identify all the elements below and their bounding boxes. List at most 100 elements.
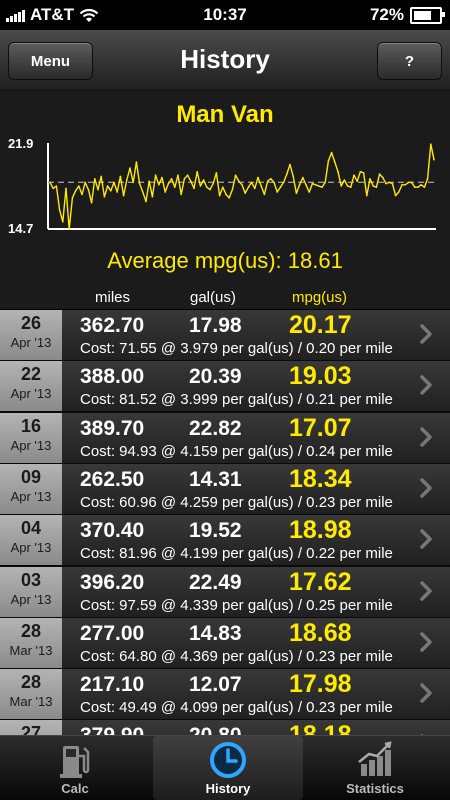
miles-value: 262.50 [80, 467, 145, 491]
chart-panel: Man Van 21.9 14.7 Average mpg(us): 18.61 [0, 91, 450, 309]
mpg-data-point [132, 181, 134, 184]
mpg-data-point [186, 174, 189, 176]
mpg-data-point [302, 176, 304, 179]
mpg-data-point [222, 186, 224, 188]
mpg-data-point [257, 176, 259, 179]
chevron-right-icon [420, 375, 432, 396]
nav-bar: Menu History ? [0, 30, 450, 91]
mpg-data-point [247, 186, 250, 188]
mpg-value: 18.68 [289, 618, 352, 647]
history-row[interactable]: 28 Mar '13 277.00 14.83 18.68 Cost: 64.80 @ 4… [0, 617, 450, 670]
bar-chart-icon [358, 741, 392, 776]
mpg-data-point [94, 178, 96, 180]
date-day: 26 [20, 313, 42, 333]
mpg-data-point [420, 184, 423, 186]
mpg-data-point [375, 186, 378, 188]
mpg-data-point [234, 174, 237, 176]
gallons-value: 20.80 [189, 724, 242, 735]
battery-icon [410, 6, 445, 24]
miles-value: 217.10 [80, 673, 145, 697]
gallons-value: 14.31 [189, 467, 242, 491]
date-day: 03 [20, 569, 42, 590]
history-row[interactable]: 04 Apr '13 370.40 19.52 18.98 Cost: 81.96 @ 4… [0, 515, 450, 568]
mpg-data-point [250, 181, 253, 184]
tab-label-calc: Calc [61, 781, 89, 796]
mpg-data-point [161, 176, 163, 179]
chevron-right-icon [420, 632, 432, 652]
mpg-data-point [391, 182, 394, 185]
mpg-data-point [55, 185, 58, 187]
help-button[interactable]: ? [377, 42, 442, 80]
mpg-data-point [81, 193, 83, 196]
mpg-data-point [244, 192, 246, 194]
mpg-data-point [356, 180, 359, 182]
mpg-data-point [292, 175, 295, 178]
date-month: Apr '13 [10, 540, 52, 556]
mpg-data-point [362, 172, 365, 174]
column-header-miles: miles [95, 289, 131, 306]
chevron-right-icon [420, 426, 432, 447]
date-day: 27 [20, 723, 42, 735]
mpg-data-point [366, 194, 368, 197]
history-row[interactable]: 09 Apr '13 262.50 14.31 18.34 Cost: 60.96 @ 4… [0, 463, 450, 516]
date-day: 28 [20, 620, 42, 641]
mpg-data-point [359, 170, 362, 173]
mpg-data-point [407, 181, 410, 184]
tab-label-statistics: Statistics [346, 781, 404, 796]
date-day: 09 [20, 466, 42, 487]
date-month: Apr '13 [10, 437, 52, 453]
miles-value: 396.20 [80, 570, 145, 594]
chevron-right-icon [420, 478, 432, 498]
gallons-value: 22.49 [189, 570, 242, 594]
mpg-data-point [378, 173, 381, 175]
mpg-data-point [327, 160, 330, 162]
chevron-right-icon [420, 324, 432, 344]
chevron-right-icon [420, 683, 432, 703]
mpg-data-point [212, 182, 214, 185]
mpg-data-point [116, 191, 118, 193]
history-list[interactable]: 26 Apr '13 362.70 17.98 20.17 Cost: 71.55 @ 3… [0, 310, 450, 735]
mpg-data-point [202, 179, 205, 181]
history-row[interactable]: 27Mar '13 379.90 20.80 18.18 [0, 720, 450, 735]
mpg-data-point [164, 191, 166, 193]
mpg-data-point [231, 188, 234, 191]
history-row[interactable]: 03 Apr '13 396.20 22.49 17.62 Cost: 97.59 @ 4… [0, 566, 450, 619]
mpg-data-point [142, 191, 144, 193]
column-header-mpg: mpg(us) [292, 289, 348, 306]
mpg-data-point [318, 185, 320, 187]
mpg-data-point [158, 184, 160, 186]
mpg-data-point [106, 185, 109, 187]
date-cell: 28 Mar '13 [0, 669, 62, 720]
mpg-data-point [385, 182, 387, 185]
mpg-data-point [394, 194, 397, 197]
tab-label-history: History [205, 781, 251, 796]
mpg-data-point [180, 193, 182, 196]
mpg-data-point [228, 197, 230, 199]
mpg-data-point [113, 181, 115, 184]
mpg-data-point [62, 221, 64, 223]
history-row[interactable]: 16 Apr '13 389.70 22.82 17.07 Cost: 94.93 @ 4… [0, 412, 450, 465]
mpg-data-point [154, 174, 157, 176]
mpg-data-point [103, 196, 106, 198]
date-month: Apr '13 [10, 591, 52, 607]
history-row[interactable]: 22 Apr '13 388.00 20.39 19.03 Cost: 81.52 @ 3… [0, 361, 450, 414]
date-month: Mar '13 [9, 642, 53, 658]
mpg-data-point [423, 186, 426, 188]
mpg-data-point [177, 174, 179, 176]
history-row[interactable]: 28 Mar '13 217.10 12.07 17.98 Cost: 49.49 @ 4… [0, 669, 450, 722]
mpg-data-point [308, 191, 311, 193]
tab-statistics[interactable]: Statistics [300, 736, 450, 800]
miles-value: 370.40 [80, 519, 145, 543]
mpg-data-point [119, 175, 122, 178]
history-row[interactable]: 26 Apr '13 362.70 17.98 20.17 Cost: 71.55 @ 3… [0, 310, 450, 362]
mpg-value: 17.07 [289, 413, 352, 442]
cost-text: Cost: 64.80 @ 4.369 per gal(us) / 0.23 p… [80, 647, 393, 665]
mpg-data-point [170, 178, 173, 180]
tab-history[interactable]: History [153, 736, 303, 800]
mpg-data-point [138, 182, 141, 185]
date-cell: 26 Apr '13 [0, 310, 62, 360]
tab-calc[interactable]: Calc [0, 736, 150, 800]
mpg-data-point [350, 186, 352, 188]
date-day: 16 [20, 415, 42, 436]
mpg-data-point [414, 186, 416, 188]
